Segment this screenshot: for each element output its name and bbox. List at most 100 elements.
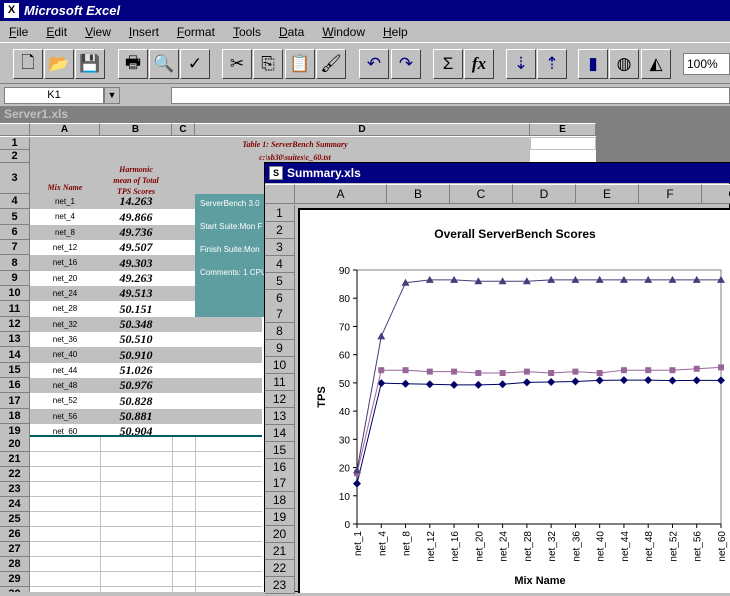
column-header-b[interactable]: B bbox=[100, 123, 172, 136]
row-header[interactable]: 9 bbox=[0, 271, 30, 286]
row-header[interactable]: 3 bbox=[265, 238, 295, 256]
row-header[interactable]: 10 bbox=[0, 286, 30, 301]
tps-cell[interactable]: 49.736 bbox=[100, 225, 172, 240]
row-header[interactable]: 2 bbox=[265, 221, 295, 239]
column-header-e[interactable]: E bbox=[530, 123, 596, 136]
row-header[interactable]: 6 bbox=[265, 289, 295, 307]
workbook-title-bar[interactable]: S Summary.xls bbox=[265, 163, 730, 183]
row-header[interactable]: 5 bbox=[0, 209, 30, 225]
menu-tools[interactable]: Tools bbox=[224, 25, 270, 39]
tps-cell[interactable]: 49.303 bbox=[100, 255, 172, 271]
mix-name-cell[interactable]: net_48 bbox=[30, 378, 100, 393]
zoom-combo[interactable]: 100% bbox=[683, 53, 730, 75]
row-header[interactable]: 30 bbox=[0, 587, 30, 592]
row-header[interactable]: 21 bbox=[265, 543, 295, 560]
row-header[interactable]: 8 bbox=[265, 323, 295, 341]
save-button[interactable]: 💾 bbox=[75, 49, 105, 79]
print-preview-button[interactable]: 🔍 bbox=[149, 49, 179, 79]
menu-help[interactable]: Help bbox=[374, 25, 417, 39]
column-header-a[interactable]: A bbox=[30, 123, 100, 136]
menu-format[interactable]: Format bbox=[168, 25, 224, 39]
tps-cell[interactable]: 50.348 bbox=[100, 317, 172, 332]
tps-cell[interactable]: 14.263 bbox=[100, 194, 172, 209]
mix-name-cell[interactable]: net_12 bbox=[30, 240, 100, 255]
tps-cell[interactable]: 49.866 bbox=[100, 209, 172, 225]
print-button[interactable]: 🖶 bbox=[118, 49, 148, 79]
row-header[interactable]: 7 bbox=[265, 306, 295, 324]
mix-name-cell[interactable]: net_32 bbox=[30, 317, 100, 332]
row-header[interactable]: 18 bbox=[265, 492, 295, 510]
row-header[interactable]: 11 bbox=[265, 374, 295, 391]
mix-name-cell[interactable]: net_28 bbox=[30, 301, 100, 317]
row-header[interactable]: 29 bbox=[0, 572, 30, 587]
row-header[interactable]: 12 bbox=[0, 317, 30, 332]
mix-name-cell[interactable]: net_20 bbox=[30, 271, 100, 286]
row-header[interactable]: 14 bbox=[265, 424, 295, 442]
mix-name-cell[interactable]: net_1 bbox=[30, 194, 100, 209]
name-box[interactable]: K1 bbox=[4, 87, 104, 104]
function-wizard-button[interactable]: fx bbox=[464, 49, 494, 79]
row-header[interactable]: 17 bbox=[0, 393, 30, 409]
menu-view[interactable]: View bbox=[76, 25, 120, 39]
row-header[interactable]: 4 bbox=[0, 194, 30, 209]
row-header[interactable]: 27 bbox=[0, 542, 30, 557]
copy-button[interactable]: ⎘ bbox=[253, 49, 283, 79]
mix-name-cell[interactable]: net_8 bbox=[30, 225, 100, 240]
formula-input[interactable] bbox=[171, 87, 730, 104]
sort-ascending-button[interactable]: ⇣ bbox=[506, 49, 536, 79]
row-header[interactable]: 23 bbox=[0, 482, 30, 497]
tps-cell[interactable]: 51.026 bbox=[100, 363, 172, 378]
row-header[interactable]: 26 bbox=[0, 527, 30, 542]
tps-cell[interactable]: 50.151 bbox=[100, 301, 172, 317]
tps-cell[interactable]: 50.910 bbox=[100, 347, 172, 363]
paste-button[interactable]: 📋 bbox=[285, 49, 315, 79]
row-header[interactable]: 5 bbox=[265, 272, 295, 290]
select-all-corner[interactable] bbox=[0, 123, 30, 136]
row-header[interactable]: 21 bbox=[0, 452, 30, 467]
row-header[interactable]: 28 bbox=[0, 557, 30, 572]
tps-cell[interactable]: 49.263 bbox=[100, 271, 172, 286]
row-header[interactable]: 25 bbox=[0, 512, 30, 527]
spelling-button[interactable]: ✓ bbox=[180, 49, 210, 79]
mix-name-cell[interactable]: net_44 bbox=[30, 363, 100, 378]
select-all-corner[interactable] bbox=[265, 184, 295, 204]
row-header[interactable]: 4 bbox=[265, 255, 295, 273]
row-header[interactable]: 3 bbox=[0, 163, 30, 194]
row-header[interactable]: 22 bbox=[0, 467, 30, 482]
row-header[interactable]: 16 bbox=[265, 458, 295, 476]
new-button[interactable]: 🗋 bbox=[13, 49, 43, 79]
tps-cell[interactable]: 50.828 bbox=[100, 393, 172, 409]
undo-button[interactable]: ↶ bbox=[359, 49, 389, 79]
row-header[interactable]: 12 bbox=[265, 390, 295, 408]
tps-cell[interactable]: 49.513 bbox=[100, 286, 172, 301]
row-header[interactable]: 18 bbox=[0, 409, 30, 424]
tps-cell[interactable]: 50.881 bbox=[100, 409, 172, 424]
column-header-c[interactable]: C bbox=[450, 184, 513, 204]
row-header[interactable]: 6 bbox=[0, 225, 30, 240]
row-header[interactable]: 17 bbox=[265, 475, 295, 493]
tps-cell[interactable]: 50.976 bbox=[100, 378, 172, 393]
row-header[interactable]: 13 bbox=[0, 332, 30, 347]
column-header-e[interactable]: E bbox=[576, 184, 639, 204]
mix-name-cell[interactable]: net_36 bbox=[30, 332, 100, 347]
row-header[interactable]: 14 bbox=[0, 347, 30, 363]
column-header-c[interactable]: C bbox=[172, 123, 195, 136]
menu-data[interactable]: Data bbox=[270, 25, 313, 39]
column-header-d[interactable]: D bbox=[195, 123, 530, 136]
menu-edit[interactable]: Edit bbox=[37, 25, 76, 39]
map-button[interactable]: ◍ bbox=[609, 49, 639, 79]
mix-name-cell[interactable]: net_56 bbox=[30, 409, 100, 424]
row-header[interactable]: 9 bbox=[265, 340, 295, 358]
tps-cell[interactable]: 50.510 bbox=[100, 332, 172, 347]
column-header-b[interactable]: B bbox=[387, 184, 450, 204]
row-header[interactable]: 13 bbox=[265, 407, 295, 425]
row-header[interactable]: 23 bbox=[265, 576, 295, 594]
format-painter-button[interactable]: 🖌 bbox=[316, 49, 346, 79]
row-header[interactable]: 2 bbox=[0, 150, 30, 163]
row-header[interactable]: 20 bbox=[265, 526, 295, 544]
row-header[interactable]: 19 bbox=[265, 509, 295, 527]
mix-name-cell[interactable]: net_40 bbox=[30, 347, 100, 363]
open-button[interactable]: 📂 bbox=[44, 49, 74, 79]
chart-area[interactable]: Overall ServerBench Scores TPS Mix Name 0 10… bbox=[298, 208, 730, 593]
line-chart[interactable]: Overall ServerBench Scores TPS Mix Name 0 10… bbox=[300, 210, 730, 593]
